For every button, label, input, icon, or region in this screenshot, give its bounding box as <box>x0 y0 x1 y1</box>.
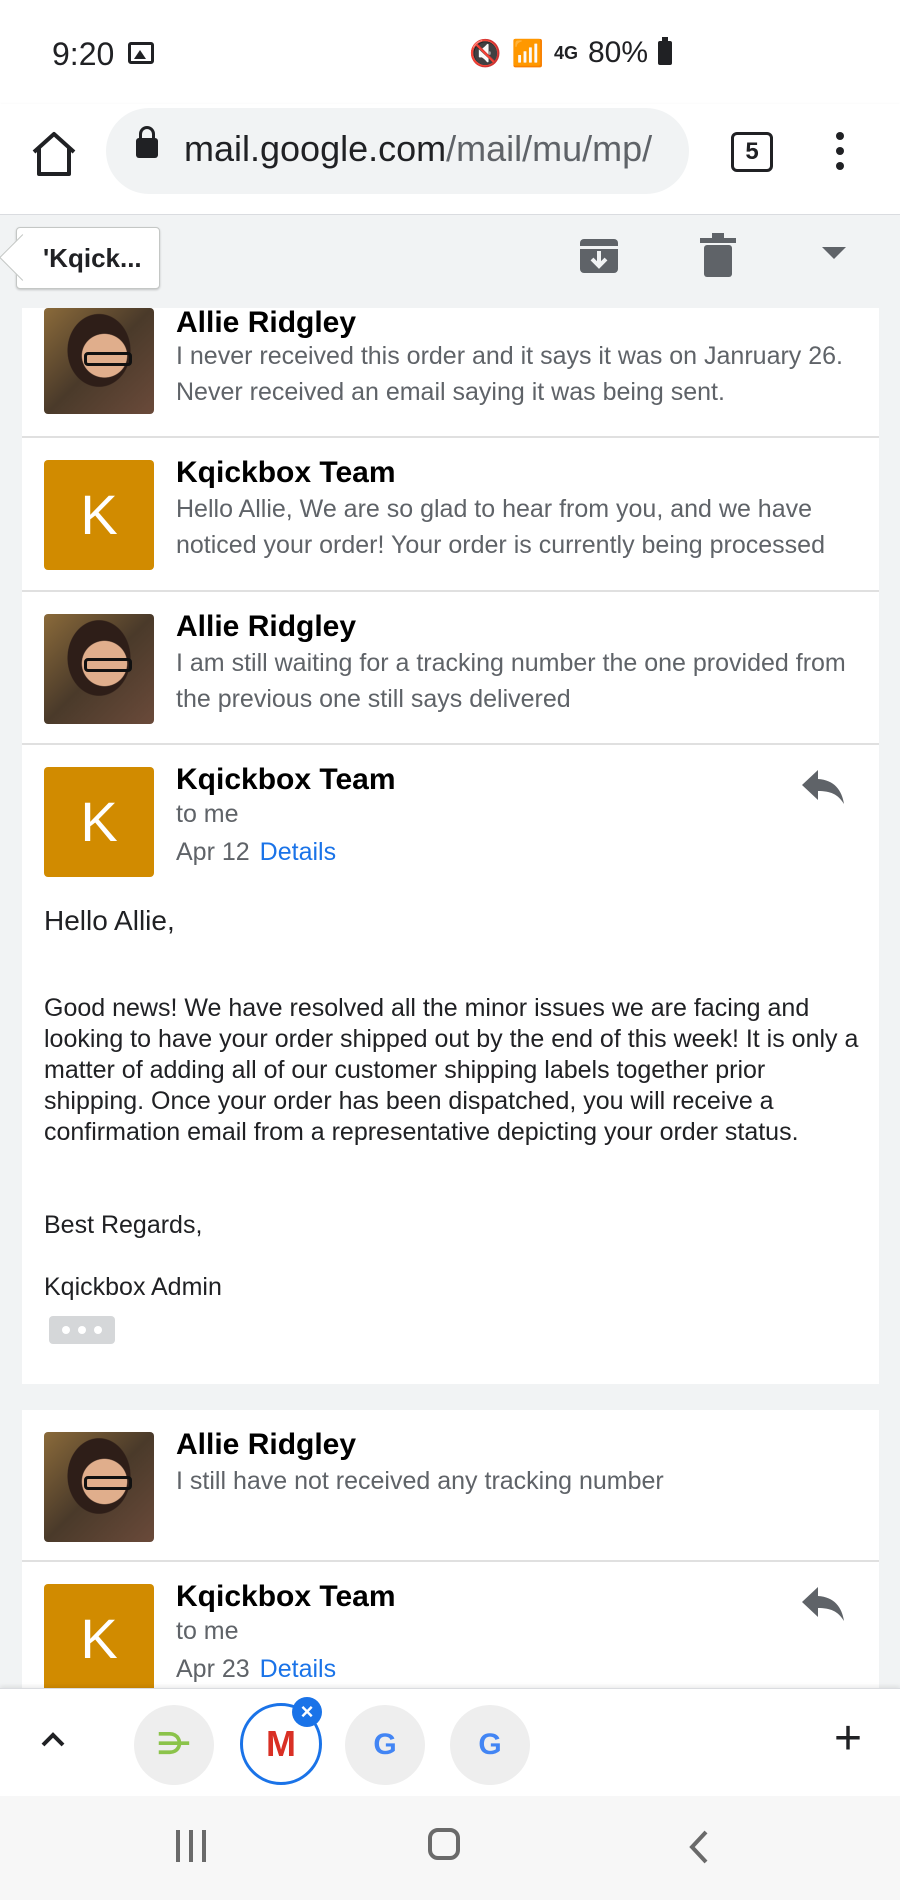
recents-icon <box>176 1830 180 1862</box>
message-date-line: Apr 12 Details <box>176 838 336 867</box>
divider <box>22 743 879 745</box>
bottom-tab-strip: ⋺ M × G G + <box>0 1688 900 1797</box>
address-bar[interactable]: mail.google.com/mail/mu/mp/ <box>106 108 689 194</box>
recents-button[interactable] <box>176 1830 210 1862</box>
browser-toolbar: mail.google.com/mail/mu/mp/ 5 <box>0 104 900 215</box>
battery-percent: 80% <box>587 36 648 69</box>
divider <box>22 590 879 592</box>
divider <box>22 1560 879 1562</box>
delete-button[interactable] <box>700 233 736 277</box>
avatar: K <box>44 1584 154 1688</box>
status-bar: 9:20 🔇 📶 4G 80% <box>0 0 900 104</box>
message-snippet: I am still waiting for a tracking number… <box>176 649 846 713</box>
message-snippet: I still have not received any tracking n… <box>176 1467 664 1495</box>
back-chevron-icon <box>689 1830 708 1864</box>
ellipsis-icon <box>62 1326 70 1334</box>
sender-name: Allie Ridgley <box>176 610 357 643</box>
trash-icon <box>700 233 736 277</box>
reply-button[interactable] <box>800 1585 848 1625</box>
email-body: Good news! We have resolved all the mino… <box>44 994 859 1146</box>
message-date: Apr 12 <box>176 838 250 866</box>
tab-google[interactable]: G <box>450 1705 530 1785</box>
archive-button[interactable] <box>578 235 620 277</box>
chevron-down-icon[interactable] <box>822 247 846 259</box>
status-time: 9:20 <box>52 36 115 72</box>
email-signature: Kqickbox Admin <box>44 1273 222 1301</box>
close-tab-button[interactable]: × <box>292 1697 322 1727</box>
message-snippet: Hello Allie, We are so glad to hear from… <box>176 495 825 559</box>
lock-icon <box>136 126 158 158</box>
gmail-favicon-icon: M <box>266 1723 296 1764</box>
collapse-tab-strip-button[interactable] <box>38 1725 68 1755</box>
system-home-button[interactable] <box>428 1828 460 1860</box>
home-icon <box>32 132 76 176</box>
gmail-thread-header: 'Kqick... <box>0 215 900 309</box>
wifi-icon: 📶 <box>511 37 544 68</box>
details-link[interactable]: Details <box>260 838 336 866</box>
email-closing: Best Regards, <box>44 1211 203 1239</box>
mute-icon: 🔇 <box>469 37 502 68</box>
sender-name: Kqickbox Team <box>176 1580 396 1613</box>
system-back-button[interactable] <box>684 1830 714 1864</box>
conversation-thread[interactable]: Allie Ridgley I never received this orde… <box>0 308 900 1688</box>
divider <box>22 436 879 438</box>
email-greeting: Hello Allie, <box>44 905 175 936</box>
chevron-up-icon <box>41 1732 65 1747</box>
new-tab-button[interactable]: + <box>826 1715 870 1763</box>
reply-button[interactable] <box>800 768 848 808</box>
sender-name: Allie Ridgley <box>176 1428 357 1461</box>
message-snippet: I never received this order and it says … <box>176 342 843 406</box>
tab-leaf[interactable]: ⋺ <box>134 1705 214 1785</box>
tab-google[interactable]: G <box>345 1705 425 1785</box>
back-to-inbox-button[interactable]: 'Kqick... <box>16 227 160 289</box>
reply-icon <box>802 770 844 804</box>
network-type: 4G <box>553 42 578 63</box>
message-card-group: Allie Ridgley I never received this orde… <box>22 308 879 1384</box>
tab-switcher-button[interactable]: 5 <box>731 132 773 172</box>
google-favicon-icon: G <box>478 1728 502 1761</box>
google-favicon-icon: G <box>373 1728 397 1761</box>
url-text[interactable]: mail.google.com/mail/mu/mp/ <box>184 128 652 170</box>
overflow-menu-button[interactable] <box>822 128 858 174</box>
url-path: /mail/mu/mp/ <box>446 128 653 169</box>
sender-name: Allie Ridgley <box>176 308 357 339</box>
more-vert-icon <box>836 132 844 140</box>
status-indicators: 🔇 📶 4G 80% <box>469 36 672 70</box>
image-notification-icon <box>128 42 154 64</box>
message-date: Apr 23 <box>176 1655 250 1683</box>
details-link[interactable]: Details <box>260 1655 336 1683</box>
show-trimmed-content-button[interactable] <box>49 1316 115 1344</box>
avatar <box>44 1432 154 1542</box>
battery-icon <box>658 37 672 65</box>
sender-name: Kqickbox Team <box>176 763 396 796</box>
recipient-line: to me <box>176 1617 239 1645</box>
avatar: K <box>44 767 154 877</box>
recipient-line: to me <box>176 800 239 828</box>
message-date-line: Apr 23 Details <box>176 1655 336 1684</box>
system-navigation-bar <box>0 1796 900 1900</box>
avatar <box>44 308 154 414</box>
avatar: K <box>44 460 154 570</box>
avatar <box>44 614 154 724</box>
leaf-favicon-icon: ⋺ <box>156 1728 192 1761</box>
message-card-group: Allie Ridgley I still have not received … <box>22 1410 879 1688</box>
home-button[interactable] <box>28 128 80 180</box>
url-domain: mail.google.com <box>184 128 447 169</box>
reply-icon <box>802 1587 844 1621</box>
archive-icon <box>580 239 618 273</box>
back-button-label: 'Kqick... <box>43 243 142 273</box>
sender-name: Kqickbox Team <box>176 456 396 489</box>
